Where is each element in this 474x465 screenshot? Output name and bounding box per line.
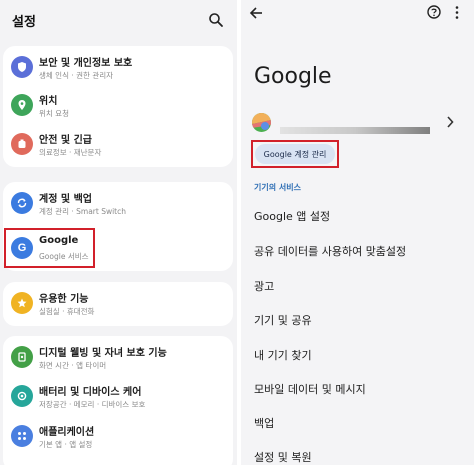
settings-item-title: 위치: [39, 96, 58, 107]
settings-item-subtitle: 실험실 · 휴대전화: [39, 307, 95, 316]
settings-item-subtitle: 위치 요청: [39, 109, 69, 118]
settings-item-title: 보안 및 개인정보 보호: [39, 58, 133, 69]
settings-item-location[interactable]: 위치 위치 요청: [3, 84, 233, 128]
chevron-right-icon[interactable]: [446, 116, 454, 128]
avatar[interactable]: [252, 113, 271, 132]
location-pin-icon: [11, 94, 33, 116]
settings-item-subtitle: 계정 관리 · Smart Switch: [39, 207, 127, 216]
page-title: 설정: [12, 15, 36, 30]
section-label: 기기의 서비스: [254, 183, 301, 192]
settings-header: 설정: [0, 0, 237, 42]
page-title: Google: [254, 64, 332, 89]
account-email-redacted: [280, 127, 430, 134]
emergency-icon: [11, 133, 33, 155]
star-icon: [11, 292, 33, 314]
search-icon[interactable]: [208, 12, 224, 28]
settings-item-subtitle: 기본 앱 · 앱 설정: [39, 440, 93, 449]
settings-item-useful-features[interactable]: 유용한 기능 실험실 · 휴대전화: [3, 282, 233, 326]
settings-item-title: 안전 및 긴급: [39, 135, 92, 146]
help-icon[interactable]: [427, 5, 441, 19]
device-care-icon: [11, 385, 33, 407]
google-item-highlight: [4, 228, 95, 268]
settings-item-title: 계정 및 백업: [39, 194, 92, 205]
shield-icon: [11, 56, 33, 78]
settings-item-subtitle: 저장공간 · 메모리 · 디바이스 보호: [39, 400, 146, 409]
screenshot-root: 설정 보안 및 개인정보 보호 생체 인식 · 권한 관리자 위치 위치 요청: [0, 0, 474, 465]
list-item[interactable]: 모바일 데이터 및 메시지: [254, 381, 366, 397]
list-item[interactable]: 내 기기 찾기: [254, 347, 312, 363]
list-item[interactable]: 광고: [254, 278, 274, 294]
back-arrow-icon[interactable]: [249, 6, 263, 20]
settings-item-digital-wellbeing[interactable]: 디지털 웰빙 및 자녀 보호 기능 화면 시간 · 앱 타이머: [3, 336, 233, 380]
settings-item-subtitle: 화면 시간 · 앱 타이머: [39, 361, 107, 370]
settings-item-applications[interactable]: 애플리케이션 기본 앱 · 앱 설정: [3, 415, 233, 459]
settings-panel: 설정 보안 및 개인정보 보호 생체 인식 · 권한 관리자 위치 위치 요청: [0, 0, 237, 465]
google-settings-panel: Google Google 계정 관리 기기의 서비스 Google 앱 설정 …: [241, 0, 474, 465]
apps-icon: [11, 425, 33, 447]
settings-item-subtitle: 의료정보 · 재난문자: [39, 148, 102, 157]
settings-item-battery-care[interactable]: 배터리 및 디바이스 케어 저장공간 · 메모리 · 디바이스 보호: [3, 375, 233, 419]
more-options-icon[interactable]: [454, 5, 460, 20]
settings-item-title: 디지털 웰빙 및 자녀 보호 기능: [39, 348, 167, 359]
list-item[interactable]: 기기 및 공유: [254, 312, 312, 328]
settings-card-features: 유용한 기능 실험실 · 휴대전화: [3, 282, 233, 326]
settings-item-title: 배터리 및 디바이스 케어: [39, 387, 142, 398]
settings-card-privacy: 보안 및 개인정보 보호 생체 인식 · 권한 관리자 위치 위치 요청 안전 …: [3, 46, 233, 167]
settings-item-safety[interactable]: 안전 및 긴급 의료정보 · 재난문자: [3, 123, 233, 167]
settings-item-subtitle: 생체 인식 · 권한 관리자: [39, 71, 114, 80]
list-item[interactable]: 백업: [254, 415, 274, 431]
list-item[interactable]: 설정 및 복원: [254, 449, 312, 465]
settings-card-device: 디지털 웰빙 및 자녀 보호 기능 화면 시간 · 앱 타이머 배터리 및 디바…: [3, 336, 233, 465]
settings-item-accounts-backup[interactable]: 계정 및 백업 계정 관리 · Smart Switch: [3, 182, 233, 226]
settings-item-title: 유용한 기능: [39, 294, 89, 305]
list-item[interactable]: Google 앱 설정: [254, 208, 330, 224]
wellbeing-icon: [11, 346, 33, 368]
settings-item-title: 애플리케이션: [39, 427, 95, 438]
sync-icon: [11, 192, 33, 214]
manage-account-highlight: [251, 140, 339, 168]
list-item[interactable]: 공유 데이터를 사용하여 맞춤설정: [254, 243, 406, 259]
